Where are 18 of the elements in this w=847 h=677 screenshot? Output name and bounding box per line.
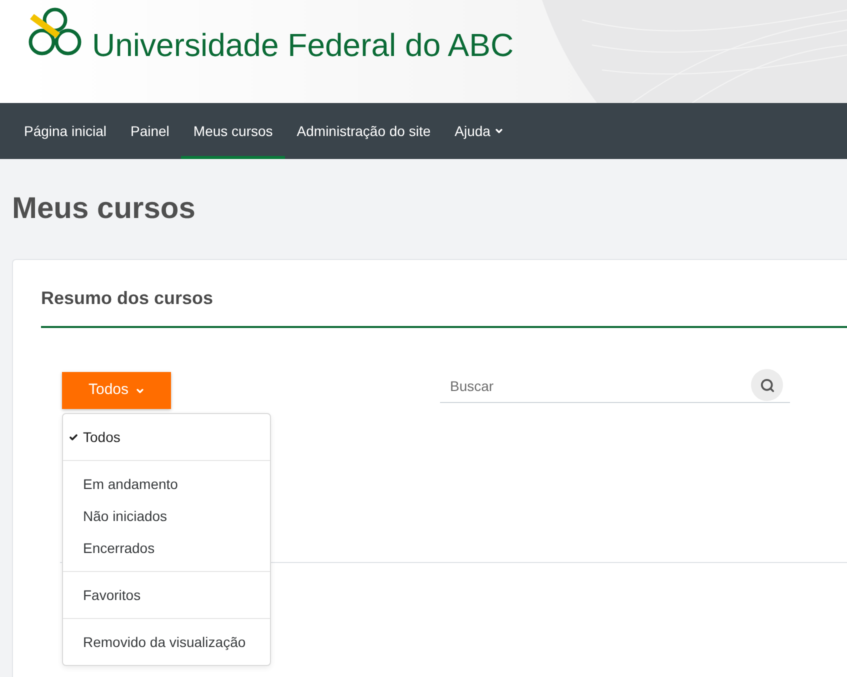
checkmark-icon: [69, 433, 78, 442]
site-title: Universidade Federal do ABC: [92, 29, 514, 61]
search-icon: [760, 378, 774, 392]
filter-menu-item[interactable]: Todos: [63, 421, 270, 453]
nav-link[interactable]: Ajuda: [442, 103, 516, 159]
filter-menu-item[interactable]: Em andamento: [63, 468, 270, 500]
section-title: Resumo dos cursos: [41, 289, 214, 307]
nav-link[interactable]: Página inicial: [12, 103, 118, 159]
logo-icon: [28, 6, 84, 58]
filter-menu-item[interactable]: Encerrados: [63, 532, 270, 564]
page-title: Meus cursos: [12, 194, 196, 224]
filter-menu-item[interactable]: Removido da visualização: [63, 626, 270, 658]
search-button[interactable]: [751, 369, 783, 401]
nav-link[interactable]: Painel: [118, 103, 182, 159]
nav-link[interactable]: Meus cursos: [181, 103, 285, 159]
filter-menu-item[interactable]: Favoritos: [63, 579, 270, 611]
filter-menu-item[interactable]: Não iniciados: [63, 500, 270, 532]
nav-link[interactable]: Administração do site: [284, 103, 443, 159]
